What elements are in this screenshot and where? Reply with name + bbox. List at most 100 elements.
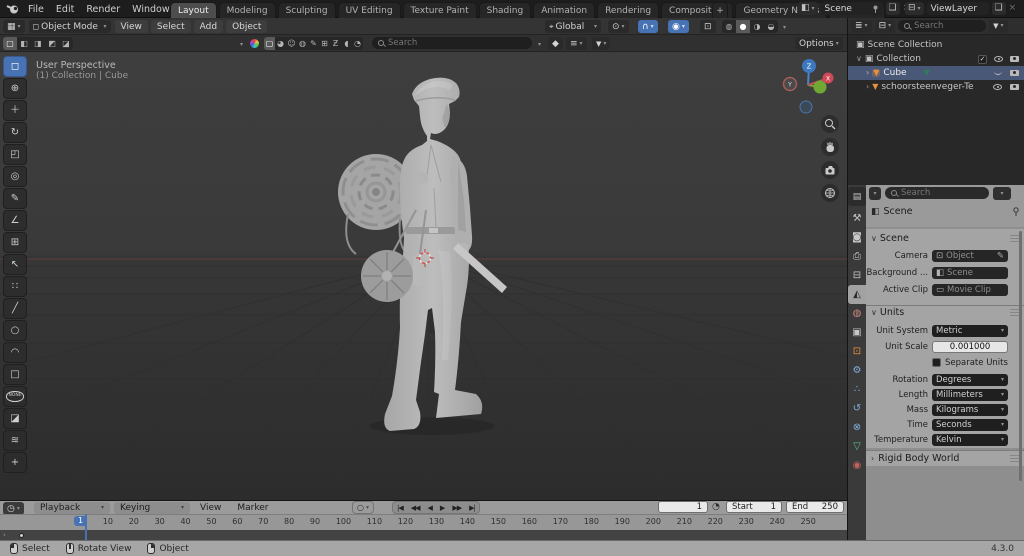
- eyedropper-icon[interactable]: ✎: [997, 251, 1004, 261]
- viewport-menu-item[interactable]: Select: [151, 20, 191, 33]
- bookmark-button[interactable]: ◆: [548, 37, 563, 50]
- auto-keyframe-button[interactable]: ○: [357, 503, 364, 512]
- viewport-canvas[interactable]: User Perspective (1) Collection | Cube ◻…: [0, 52, 847, 500]
- properties-tab[interactable]: ◭: [848, 285, 866, 304]
- tool-button[interactable]: ↻: [3, 122, 27, 143]
- properties-tab[interactable]: ⊗: [848, 418, 866, 437]
- search-input[interactable]: [388, 38, 526, 48]
- properties-tab[interactable]: ▣: [848, 323, 866, 342]
- properties-tab[interactable]: ∴: [848, 380, 866, 399]
- properties-search-input[interactable]: [901, 188, 983, 198]
- collection-checkbox[interactable]: ✓: [978, 55, 987, 64]
- pivot-point-button[interactable]: ⊙▾: [608, 20, 629, 33]
- tool-button[interactable]: ○: [3, 320, 27, 341]
- filter-icon[interactable]: ⊞: [319, 37, 330, 50]
- filter-icon[interactable]: ◖: [341, 37, 352, 50]
- transport-button[interactable]: ◀: [424, 504, 436, 512]
- viewport-menu-item[interactable]: Add: [194, 20, 223, 33]
- list-display-button[interactable]: ≡▾: [566, 37, 587, 50]
- menu-item[interactable]: Window: [126, 0, 175, 18]
- timeline-menu-item[interactable]: Keying▾: [114, 502, 190, 514]
- expand-icon[interactable]: ∨: [856, 55, 862, 63]
- filter-icon[interactable]: ▢: [264, 37, 275, 50]
- unit-dropdown[interactable]: Millimeters▾: [932, 389, 1008, 401]
- transport-button[interactable]: ▶▶: [448, 504, 465, 512]
- tool-button[interactable]: ◠: [3, 342, 27, 363]
- properties-nav-caret[interactable]: ▾: [869, 187, 881, 200]
- unit-dropdown[interactable]: Kelvin▾: [932, 434, 1008, 446]
- id-field[interactable]: ⊡Object ✎: [932, 250, 1008, 262]
- drag-dots[interactable]: [1010, 235, 1019, 242]
- scene-panel-header[interactable]: ∨Scene: [866, 231, 1024, 245]
- outliner-row-collection[interactable]: ∨ ▣ Collection ✓: [848, 52, 1024, 66]
- properties-tab[interactable]: ◙: [848, 228, 866, 247]
- outliner-filter-button[interactable]: ▼▾: [989, 20, 1007, 33]
- new-scene-button[interactable]: ❏: [886, 2, 900, 15]
- camera-render-icon[interactable]: [1010, 84, 1019, 90]
- wireframe-shading-button[interactable]: ◍: [722, 20, 736, 33]
- collapsed-panel-header[interactable]: › ✓ Rigid Body World: [866, 450, 1024, 466]
- properties-tab[interactable]: ▽: [848, 437, 866, 456]
- timeline-menu-item[interactable]: View▾: [194, 502, 227, 514]
- expand-icon[interactable]: ›: [866, 83, 869, 91]
- eye-icon[interactable]: [993, 84, 1002, 90]
- properties-tab[interactable]: ⎙: [848, 247, 866, 266]
- properties-tab[interactable]: ⊟: [848, 266, 866, 285]
- tool-button[interactable]: ✎: [3, 188, 27, 209]
- start-frame-field[interactable]: Start1: [726, 501, 782, 513]
- filter-icon[interactable]: ◍: [297, 37, 308, 50]
- navigation-gizmo[interactable]: Z X Y: [778, 57, 840, 115]
- end-frame-field[interactable]: End250: [786, 501, 844, 513]
- shading-dropdown-caret[interactable]: ▾: [783, 25, 786, 31]
- select-mode-button[interactable]: ◩: [45, 37, 59, 50]
- drag-dots[interactable]: [1010, 309, 1019, 316]
- properties-tab[interactable]: ↺: [848, 399, 866, 418]
- eye-closed-icon[interactable]: [994, 71, 1002, 75]
- transport-button[interactable]: ▶|: [465, 504, 479, 512]
- pin-icon[interactable]: [872, 5, 879, 13]
- scene-type-button[interactable]: ◧ ▾: [798, 2, 818, 15]
- transport-button[interactable]: ▶: [436, 504, 448, 512]
- workspace-tab[interactable]: Sculpting: [278, 2, 336, 18]
- select-mode-button[interactable]: ◪: [59, 37, 73, 50]
- camera-view-button[interactable]: [821, 161, 839, 179]
- remove-viewlayer-button[interactable]: ×: [1009, 4, 1017, 13]
- camera-render-icon[interactable]: [1010, 56, 1019, 62]
- tool-button[interactable]: ∷: [3, 276, 27, 297]
- tool-button[interactable]: +: [3, 452, 27, 473]
- filter-icon[interactable]: ◔: [352, 37, 363, 50]
- outliner-row-cube[interactable]: › ▼ Cube ▼: [848, 66, 1024, 80]
- tool-button[interactable]: ╱: [3, 298, 27, 319]
- pin-icon[interactable]: [1012, 207, 1020, 216]
- menu-item[interactable]: Edit: [50, 0, 80, 18]
- transport-button[interactable]: |◀: [393, 504, 407, 512]
- tool-button[interactable]: ⊕: [3, 78, 27, 99]
- tool-button[interactable]: ＋: [3, 100, 27, 121]
- tool-button[interactable]: ⊞: [3, 232, 27, 253]
- filter-icon[interactable]: ◕: [275, 37, 286, 50]
- properties-scrollbar[interactable]: [1019, 231, 1022, 481]
- tool-button[interactable]: ◰: [3, 144, 27, 165]
- keyframe-dot[interactable]: [19, 533, 24, 538]
- tool-button[interactable]: ↖: [3, 254, 27, 275]
- filter-button[interactable]: ▼▾: [592, 37, 610, 50]
- filter-icon[interactable]: ☺: [286, 37, 297, 50]
- workspace-tab[interactable]: Modeling: [219, 2, 276, 18]
- id-field[interactable]: ◧Scene ✎: [932, 267, 1008, 279]
- properties-tab[interactable]: ⚒: [848, 209, 866, 228]
- filter-icon[interactable]: Ƶ: [330, 37, 341, 50]
- workspace-tab[interactable]: Rendering: [597, 2, 659, 18]
- solid-shading-button[interactable]: ●: [736, 20, 750, 33]
- outliner-editor-button[interactable]: ≣▾: [851, 20, 872, 33]
- menu-item[interactable]: File: [22, 0, 50, 18]
- id-field[interactable]: ▭Movie Clip ✎: [932, 284, 1008, 296]
- add-workspace-button[interactable]: +: [712, 2, 728, 18]
- editor-type-button[interactable]: ▦ ▾: [3, 20, 25, 33]
- tool-button[interactable]: ∠: [3, 210, 27, 231]
- material-shading-button[interactable]: ◑: [750, 20, 764, 33]
- select-mode-button[interactable]: ◧: [17, 37, 31, 50]
- search-caret[interactable]: ▾: [538, 42, 541, 48]
- workspace-tab[interactable]: UV Editing: [338, 2, 401, 18]
- select-mode-button[interactable]: ◨: [31, 37, 45, 50]
- outliner-row-object2[interactable]: › ▼ schoorsteenveger-Te: [848, 80, 1024, 94]
